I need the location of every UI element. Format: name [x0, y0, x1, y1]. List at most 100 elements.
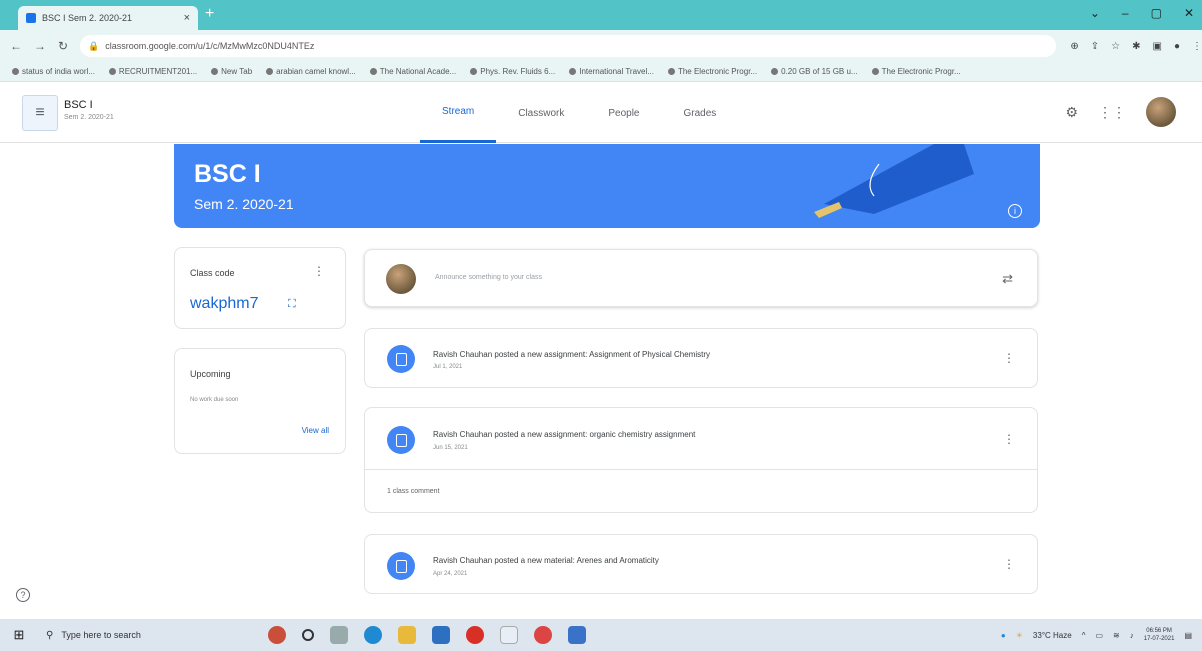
- bookmark-item[interactable]: arabian camel knowl...: [266, 67, 356, 76]
- user-avatar: [386, 264, 416, 294]
- browser-tab[interactable]: BSC I Sem 2. 2020-21 ×: [18, 6, 198, 30]
- windows-taskbar: ⊞ ⚲ Type here to search ● ☀ 33°C Haze ^ …: [0, 619, 1202, 651]
- fullscreen-code-icon[interactable]: ⛶: [288, 298, 296, 311]
- bookmark-icon: [266, 68, 274, 75]
- clock-time: 06:56 PM: [1146, 628, 1172, 634]
- zoom-icon[interactable]: ⊕: [1070, 41, 1078, 52]
- post-title[interactable]: Ravish Chauhan posted a new material: Ar…: [433, 556, 659, 565]
- share-icon[interactable]: ⇪: [1091, 41, 1099, 52]
- class-info-icon[interactable]: i: [1008, 204, 1022, 218]
- post-title[interactable]: Ravish Chauhan posted a new assignment: …: [433, 350, 710, 359]
- bookmark-icon: [470, 68, 478, 75]
- bookmarks-bar: status of india worl... RECRUITMENT201..…: [0, 62, 1202, 82]
- post-more-icon[interactable]: ⋮: [1003, 557, 1015, 571]
- close-window-icon[interactable]: ✕: [1184, 6, 1194, 20]
- photos-icon[interactable]: [568, 626, 586, 644]
- banner-title: BSC I: [194, 160, 261, 188]
- bookmark-item[interactable]: The National Acade...: [369, 67, 456, 76]
- post-more-icon[interactable]: ⋮: [1003, 351, 1015, 365]
- task-view-icon[interactable]: [330, 626, 348, 644]
- notifications-icon[interactable]: ▤: [1184, 631, 1192, 640]
- tab-classwork[interactable]: Classwork: [496, 83, 586, 143]
- weather-icon: ☀: [1015, 630, 1023, 640]
- forward-icon[interactable]: →: [34, 39, 46, 53]
- assignment-icon: [387, 426, 415, 454]
- opera-icon[interactable]: [466, 626, 484, 644]
- maximize-icon[interactable]: ▢: [1151, 6, 1162, 20]
- volume-icon[interactable]: ♪: [1130, 631, 1134, 640]
- reading-list-icon[interactable]: ▣: [1153, 41, 1162, 52]
- clock[interactable]: 06:56 PM 17-07-2021: [1144, 627, 1175, 643]
- address-bar-icons: ⊕ ⇪ ☆ ✱ ▣ ● ⋮: [1070, 41, 1202, 52]
- post-date: Jun 15, 2021: [433, 445, 468, 451]
- tab-people[interactable]: People: [586, 83, 661, 143]
- post-more-icon[interactable]: ⋮: [1003, 432, 1015, 446]
- bookmark-item[interactable]: RECRUITMENT201...: [108, 67, 197, 76]
- header-actions: ⚙ ⋮⋮: [1065, 97, 1176, 127]
- tab-grades[interactable]: Grades: [662, 83, 739, 143]
- account-avatar[interactable]: [1146, 97, 1176, 127]
- network-app-icon[interactable]: ●: [1001, 631, 1006, 640]
- url-input[interactable]: 🔒 classroom.google.com/u/1/c/MzMwMzc0NDU…: [80, 35, 1057, 57]
- reload-icon[interactable]: ↻: [58, 39, 68, 53]
- wifi-icon[interactable]: ≋: [1113, 631, 1120, 640]
- new-tab-button[interactable]: +: [205, 5, 214, 23]
- tab-stream[interactable]: Stream: [420, 83, 497, 143]
- file-explorer-icon[interactable]: [398, 626, 416, 644]
- settings-gear-icon[interactable]: ⚙: [1065, 104, 1078, 121]
- bookmark-star-icon[interactable]: ☆: [1111, 41, 1120, 52]
- lock-icon: 🔒: [88, 40, 100, 51]
- announce-box[interactable]: Announce something to your class ⇄: [364, 249, 1038, 307]
- header-class-section: Sem 2. 2020-21: [64, 114, 114, 121]
- help-icon[interactable]: ?: [16, 588, 30, 602]
- class-comments-link[interactable]: 1 class comment: [387, 488, 440, 495]
- back-icon[interactable]: ←: [10, 39, 22, 53]
- class-code-value: wakphm7: [190, 295, 259, 312]
- notepad-icon[interactable]: [500, 626, 518, 644]
- reuse-post-icon[interactable]: ⇄: [1002, 271, 1013, 287]
- bookmark-icon: [871, 68, 879, 75]
- stream-post[interactable]: Ravish Chauhan posted a new assignment: …: [364, 407, 1038, 513]
- tab-search-icon[interactable]: ⌄: [1090, 6, 1100, 20]
- taskbar-search[interactable]: ⚲ Type here to search: [38, 619, 228, 651]
- stream-post[interactable]: Ravish Chauhan posted a new material: Ar…: [364, 534, 1038, 594]
- bookmark-item[interactable]: 0.20 GB of 15 GB u...: [771, 67, 858, 76]
- banner-subtitle: Sem 2. 2020-21: [194, 196, 294, 212]
- weather-text[interactable]: 33°C Haze: [1033, 631, 1072, 640]
- bookmark-item[interactable]: status of india worl...: [12, 67, 95, 76]
- class-code-more-icon[interactable]: ⋮: [313, 264, 325, 278]
- windows-start-icon[interactable]: ⊞: [0, 619, 38, 651]
- extensions-icon[interactable]: ✱: [1132, 41, 1140, 52]
- profile-icon[interactable]: ●: [1174, 41, 1180, 52]
- header-class-name[interactable]: BSC I: [64, 99, 93, 111]
- view-all-link[interactable]: View all: [302, 426, 329, 435]
- bookmark-item[interactable]: New Tab: [211, 67, 252, 76]
- main-menu-button[interactable]: ≡: [22, 95, 58, 131]
- browser-tab-title: BSC I Sem 2. 2020-21: [42, 13, 133, 23]
- bookmark-icon: [12, 68, 19, 75]
- minimize-icon[interactable]: –: [1122, 6, 1129, 20]
- bookmark-item[interactable]: Phys. Rev. Fluids 6...: [470, 67, 555, 76]
- store-icon[interactable]: [432, 626, 450, 644]
- apps-grid-icon[interactable]: ⋮⋮: [1098, 104, 1126, 121]
- browser-menu-icon[interactable]: ⋮: [1192, 41, 1202, 52]
- cortana-icon[interactable]: [302, 629, 314, 641]
- bookmark-item[interactable]: The Electronic Progr...: [871, 67, 961, 76]
- classroom-header: ≡ BSC I Sem 2. 2020-21 Stream Classwork …: [0, 83, 1202, 143]
- bookmark-item[interactable]: The Electronic Progr...: [667, 67, 757, 76]
- bookmark-icon: [569, 68, 577, 75]
- tray-chevron-icon[interactable]: ^: [1082, 631, 1086, 640]
- close-tab-icon[interactable]: ×: [184, 12, 190, 24]
- browser-tab-bar: BSC I Sem 2. 2020-21 × + ⌄ – ▢ ✕: [0, 0, 1202, 30]
- class-code-label: Class code: [190, 268, 235, 278]
- edge-icon[interactable]: [364, 626, 382, 644]
- upcoming-card: Upcoming No work due soon View all: [174, 348, 346, 454]
- chrome-icon[interactable]: [534, 626, 552, 644]
- widgets-icon[interactable]: [268, 626, 286, 644]
- assignment-icon: [387, 345, 415, 373]
- post-title[interactable]: Ravish Chauhan posted a new assignment: …: [433, 430, 695, 439]
- battery-icon[interactable]: ▭: [1095, 631, 1103, 640]
- bookmark-item[interactable]: International Travel...: [569, 67, 654, 76]
- classroom-favicon-icon: [26, 13, 36, 23]
- stream-post[interactable]: Ravish Chauhan posted a new assignment: …: [364, 328, 1038, 388]
